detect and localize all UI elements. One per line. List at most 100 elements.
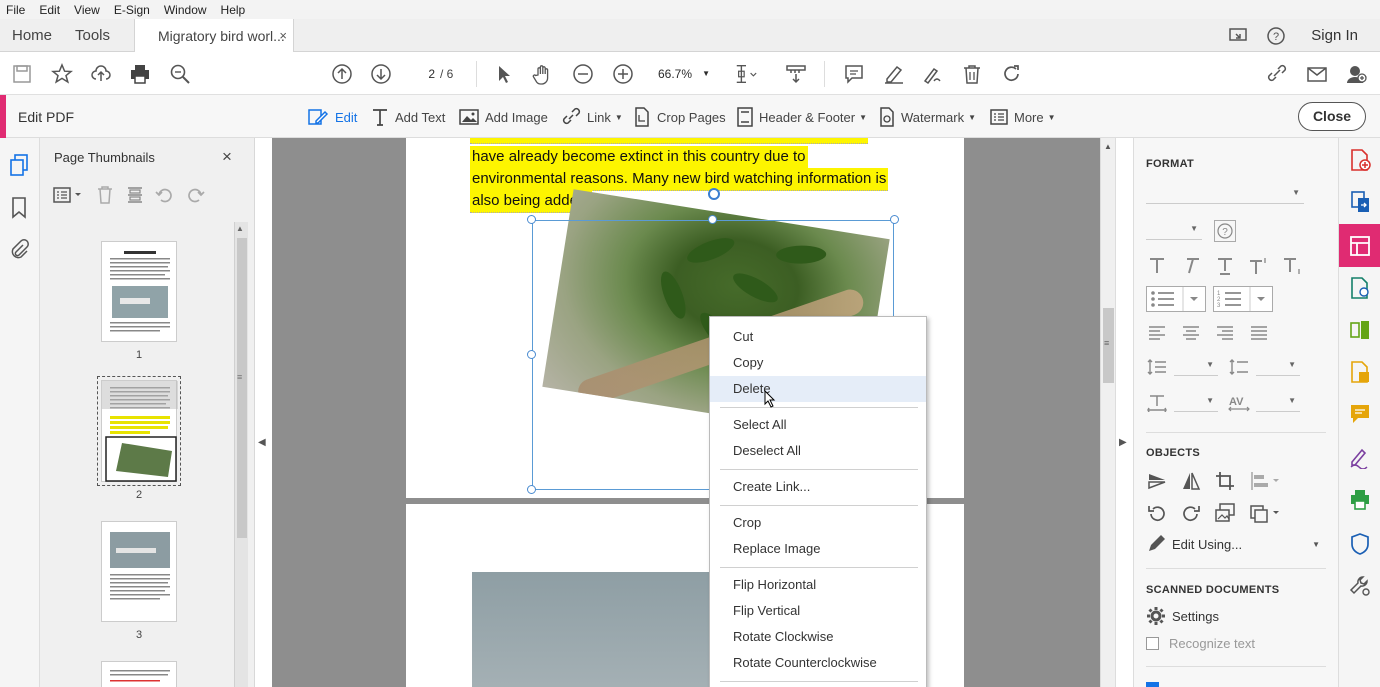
zoom-out-icon[interactable] [571,62,595,86]
menu-view[interactable]: View [74,3,100,17]
thumbnail-page-1[interactable] [101,241,177,342]
text-italic-icon[interactable] [1180,255,1202,277]
thumbnail-page-4[interactable] [101,661,177,687]
menu-item-rotate-clockwise[interactable]: Rotate Clockwise [710,624,926,650]
menu-item-delete[interactable]: Delete [710,376,926,402]
next-page-icon[interactable] [369,62,393,86]
scanned-settings-button[interactable]: Settings [1146,606,1219,626]
menu-edit[interactable]: Edit [39,3,60,17]
menu-item-cut[interactable]: Cut [710,324,926,350]
tab-tools[interactable]: Tools [75,27,110,44]
help-circle-icon[interactable]: ? [1214,220,1236,242]
collapse-right-panel-icon[interactable]: ▶ [1119,437,1127,448]
menu-item-flip-horizontal[interactable]: Flip Horizontal [710,572,926,598]
highlighted-text-partial[interactable] [470,138,868,144]
edit-using-dropdown[interactable]: Edit Using... ▼ [1146,534,1320,554]
menu-item-flip-vertical[interactable]: Flip Vertical [710,598,926,624]
zoom-in-icon[interactable] [611,62,635,86]
user-add-icon[interactable] [1344,62,1368,86]
flip-vertical-icon[interactable] [1146,470,1168,492]
checkbox[interactable] [1146,637,1159,650]
menu-item-create-link[interactable]: Create Link... [710,474,926,500]
document-scrollbar[interactable]: ▲ ≡ [1100,138,1116,687]
insert-page-icon[interactable] [124,184,146,206]
help-icon[interactable]: ? [1265,25,1287,47]
search-zoom-icon[interactable] [168,62,192,86]
fill-sign-icon[interactable] [1348,446,1372,470]
menu-file[interactable]: File [6,3,25,17]
print-icon[interactable] [128,62,152,86]
tab-home[interactable]: Home [12,27,52,44]
text-scale-icon[interactable] [1146,392,1168,414]
highlight-pen-icon[interactable] [882,62,906,86]
menu-window[interactable]: Window [164,3,207,17]
page-fit-icon[interactable] [734,62,758,86]
rotate-counterclockwise-icon[interactable] [1146,502,1168,524]
panel-close-icon[interactable]: × [222,147,232,167]
flip-horizontal-icon[interactable] [1180,470,1202,492]
recognize-text-checkbox[interactable]: Recognize text [1146,636,1255,651]
checkbox-checked[interactable] [1146,682,1159,687]
edit-button[interactable]: Edit [307,106,357,128]
menu-item-deselect-all[interactable]: Deselect All [710,438,926,464]
bookmark-icon[interactable] [8,197,30,219]
paragraph-spacing-icon[interactable] [1228,356,1250,378]
crop-pages-button[interactable]: Crop Pages [633,106,726,128]
highlighted-text-line-2[interactable]: environmental reasons. Many new bird wat… [470,168,889,191]
replace-image-icon[interactable] [1214,502,1236,524]
text-scale-select[interactable]: ▼ [1174,392,1218,412]
scroll-up-icon[interactable]: ▲ [236,224,244,233]
share-screen-icon[interactable] [1227,25,1249,47]
organize-pages-icon[interactable] [1348,318,1372,342]
rotate-handle-icon[interactable] [708,188,720,200]
select-cursor-icon[interactable] [492,62,516,86]
rotate-clockwise-icon[interactable] [1180,502,1202,524]
scroll-up-icon[interactable]: ▲ [1104,142,1112,151]
arrange-objects-icon[interactable] [1248,502,1284,524]
text-underline-icon[interactable] [1214,255,1236,277]
rotate-right-icon[interactable] [184,184,206,206]
close-edit-button[interactable]: Close [1298,102,1366,131]
text-normal-icon[interactable] [1146,255,1168,277]
zoom-level-select[interactable]: 66.7% ▼ [648,64,718,84]
more-button[interactable]: More ▼ [990,106,1056,128]
scroll-mode-icon[interactable] [784,62,808,86]
character-spacing-icon[interactable]: AV [1228,392,1250,414]
previous-page-icon[interactable] [330,62,354,86]
comment-icon[interactable] [842,62,866,86]
numbered-list-dropdown[interactable]: 123 [1213,286,1273,312]
align-justify-icon[interactable] [1248,322,1270,344]
export-pdf-icon[interactable] [1348,190,1372,214]
menu-esign[interactable]: E-Sign [114,3,150,17]
more-tools-wrench-icon[interactable] [1348,574,1372,598]
edit-pdf-icon[interactable] [1348,234,1372,258]
link-button[interactable]: Link ▼ [561,106,623,128]
sign-pen-icon[interactable] [921,62,945,86]
trash-icon[interactable] [960,62,984,86]
menu-item-rotate-counterclockwise[interactable]: Rotate Counterclockwise [710,650,926,676]
print-production-icon[interactable] [1348,488,1372,512]
menu-item-select-all[interactable]: Select All [710,412,926,438]
page-3-image[interactable] [472,572,712,687]
line-spacing-icon[interactable] [1146,356,1168,378]
page-number-input[interactable]: 2 [405,64,441,84]
text-subscript-icon[interactable] [1282,255,1304,277]
link-share-icon[interactable] [1265,62,1289,86]
align-right-icon[interactable] [1214,322,1236,344]
resize-handle[interactable] [527,485,536,494]
crop-icon[interactable] [1214,470,1236,492]
comment-tool-icon[interactable] [1348,402,1372,426]
tab-document[interactable]: Migratory bird worl... × [134,19,294,52]
hand-tool-icon[interactable] [531,62,555,86]
text-superscript-icon[interactable] [1248,255,1270,277]
header-footer-button[interactable]: Header & Footer ▼ [737,106,867,128]
align-center-icon[interactable] [1180,322,1202,344]
rotate-left-icon[interactable] [154,184,176,206]
delete-page-icon[interactable] [94,184,116,206]
protect-shield-icon[interactable] [1348,532,1372,556]
save-icon[interactable] [10,62,34,86]
font-family-select[interactable]: ▼ [1146,184,1304,204]
page-thumbnails-icon[interactable] [8,154,30,176]
thumbnail-page-3[interactable] [101,521,177,622]
menu-help[interactable]: Help [221,3,246,17]
